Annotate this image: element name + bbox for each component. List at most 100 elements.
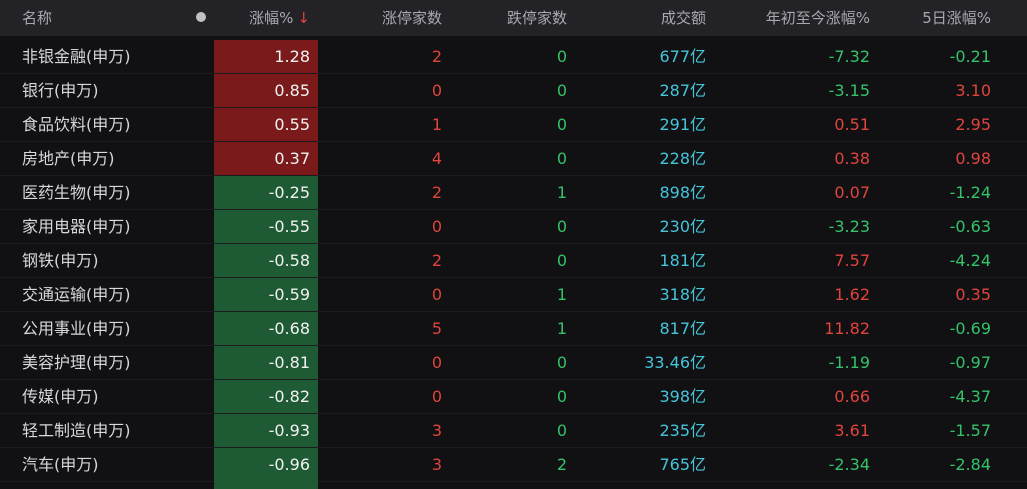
limit-up-count: 2 [431, 183, 442, 202]
change-pct: -0.81 [268, 353, 310, 372]
sector-table: 名称 涨幅% ↓ 涨停家数 跌停家数 成交额 年初至今涨幅% 5日涨幅% 非银金融… [0, 0, 1027, 489]
limit-up-count: 2 [431, 251, 442, 270]
limit-down-count: 0 [556, 115, 567, 134]
change-pct: -0.25 [268, 183, 310, 202]
change-pct: -0.59 [268, 285, 310, 304]
limit-up-count: 1 [431, 115, 442, 134]
sector-name: 交通运输(申万) [22, 285, 131, 304]
turnover: 398亿 [659, 387, 706, 406]
column-header-name[interactable]: 名称 [0, 0, 175, 36]
table-row[interactable]: 医药生物(申万) -0.25 2 1 898亿 0.07 -1.24 [0, 176, 1027, 210]
turnover: 677亿 [659, 47, 706, 66]
limit-up-count: 3 [431, 421, 442, 440]
ytd-change: -3.23 [828, 217, 870, 236]
limit-down-count: 2 [556, 455, 567, 474]
ytd-change: -2.34 [828, 455, 870, 474]
table-row[interactable]: 非银金融(申万) 1.28 2 0 677亿 -7.32 -0.21 [0, 40, 1027, 74]
column-header-change-pct[interactable]: 涨幅% ↓ [214, 0, 318, 36]
column-header-limit-down-count[interactable]: 跌停家数 [450, 0, 575, 36]
limit-down-count: 0 [556, 47, 567, 66]
column-header-5day-change[interactable]: 5日涨幅% [875, 0, 995, 36]
table-row[interactable]: 家用电器(申万) -0.55 0 0 230亿 -3.23 -0.63 [0, 210, 1027, 244]
ytd-change: -1.19 [828, 353, 870, 372]
five-day-change: 3.10 [955, 81, 991, 100]
turnover: 235亿 [659, 421, 706, 440]
limit-down-count: 0 [556, 217, 567, 236]
sector-name: 房地产(申万) [22, 149, 115, 168]
limit-down-count: 0 [556, 81, 567, 100]
sector-name: 汽车(申万) [22, 455, 99, 474]
sector-name: 钢铁(申万) [22, 251, 99, 270]
sector-name: 家用电器(申万) [22, 217, 131, 236]
change-pct: -0.58 [268, 251, 310, 270]
turnover: 318亿 [659, 285, 706, 304]
column-header-turnover[interactable]: 成交额 [575, 0, 708, 36]
limit-up-count: 4 [431, 149, 442, 168]
limit-up-count: 2 [431, 47, 442, 66]
turnover: 287亿 [659, 81, 706, 100]
limit-up-count: 3 [431, 455, 442, 474]
limit-up-count: 0 [431, 285, 442, 304]
circle-dot-icon [196, 12, 206, 22]
table-row[interactable]: 美容护理(申万) -0.81 0 0 33.46亿 -1.19 -0.97 [0, 346, 1027, 380]
turnover: 230亿 [659, 217, 706, 236]
ytd-change: 0.51 [834, 115, 870, 134]
column-header-limit-up-count[interactable]: 涨停家数 [330, 0, 450, 36]
table-row[interactable]: 钢铁(申万) -0.58 2 0 181亿 7.57 -4.24 [0, 244, 1027, 278]
sector-name: 食品饮料(申万) [22, 115, 131, 134]
ytd-change: -7.32 [828, 47, 870, 66]
change-pct: 1.28 [274, 47, 310, 66]
five-day-change: 0.98 [955, 149, 991, 168]
ytd-change: 7.57 [834, 251, 870, 270]
ytd-change: 0.07 [834, 183, 870, 202]
limit-down-count: 0 [556, 251, 567, 270]
limit-up-count: 0 [431, 81, 442, 100]
change-pct: 0.37 [274, 149, 310, 168]
table-row[interactable]: 传媒(申万) -0.82 0 0 398亿 0.66 -4.37 [0, 380, 1027, 414]
dot-icon[interactable] [190, 0, 212, 36]
change-pct: 0.85 [274, 81, 310, 100]
five-day-change: -0.63 [949, 217, 991, 236]
limit-down-count: 1 [556, 183, 567, 202]
limit-down-count: 1 [556, 319, 567, 338]
table-row[interactable]: 公用事业(申万) -0.68 5 1 817亿 11.82 -0.69 [0, 312, 1027, 346]
table-row[interactable]: 汽车(申万) -0.96 3 2 765亿 -2.34 -2.84 [0, 448, 1027, 482]
turnover: 291亿 [659, 115, 706, 134]
limit-up-count: 0 [431, 387, 442, 406]
five-day-change: -4.37 [949, 387, 991, 406]
limit-up-count: 5 [431, 319, 442, 338]
five-day-change: -2.84 [949, 455, 991, 474]
change-pct: 0.55 [274, 115, 310, 134]
change-pct: -0.55 [268, 217, 310, 236]
row-divider [0, 481, 1027, 482]
table-row[interactable]: 食品饮料(申万) 0.55 1 0 291亿 0.51 2.95 [0, 108, 1027, 142]
sector-name: 轻工制造(申万) [22, 421, 131, 440]
ytd-change: 11.82 [824, 319, 870, 338]
five-day-change: 0.35 [955, 285, 991, 304]
sort-desc-arrow-icon: ↓ [297, 9, 310, 27]
change-pct: -0.68 [268, 319, 310, 338]
limit-up-count: 0 [431, 217, 442, 236]
table-row[interactable]: 银行(申万) 0.85 0 0 287亿 -3.15 3.10 [0, 74, 1027, 108]
table-row[interactable]: 交通运输(申万) -0.59 0 1 318亿 1.62 0.35 [0, 278, 1027, 312]
ytd-change: 0.38 [834, 149, 870, 168]
limit-down-count: 0 [556, 149, 567, 168]
limit-up-count: 0 [431, 353, 442, 372]
turnover: 228亿 [659, 149, 706, 168]
table-row[interactable]: 轻工制造(申万) -0.93 3 0 235亿 3.61 -1.57 [0, 414, 1027, 448]
turnover: 181亿 [659, 251, 706, 270]
five-day-change: -1.24 [949, 183, 991, 202]
sector-name: 银行(申万) [22, 81, 99, 100]
ytd-change: -3.15 [828, 81, 870, 100]
five-day-change: -0.69 [949, 319, 991, 338]
five-day-change: -0.97 [949, 353, 991, 372]
sector-name: 美容护理(申万) [22, 353, 131, 372]
five-day-change: -4.24 [949, 251, 991, 270]
column-header-ytd-change[interactable]: 年初至今涨幅% [720, 0, 874, 36]
five-day-change: -1.57 [949, 421, 991, 440]
five-day-change: 2.95 [955, 115, 991, 134]
five-day-change: -0.21 [949, 47, 991, 66]
change-pct-cell-strip [214, 476, 318, 489]
table-row[interactable]: 房地产(申万) 0.37 4 0 228亿 0.38 0.98 [0, 142, 1027, 176]
change-pct: -0.82 [268, 387, 310, 406]
